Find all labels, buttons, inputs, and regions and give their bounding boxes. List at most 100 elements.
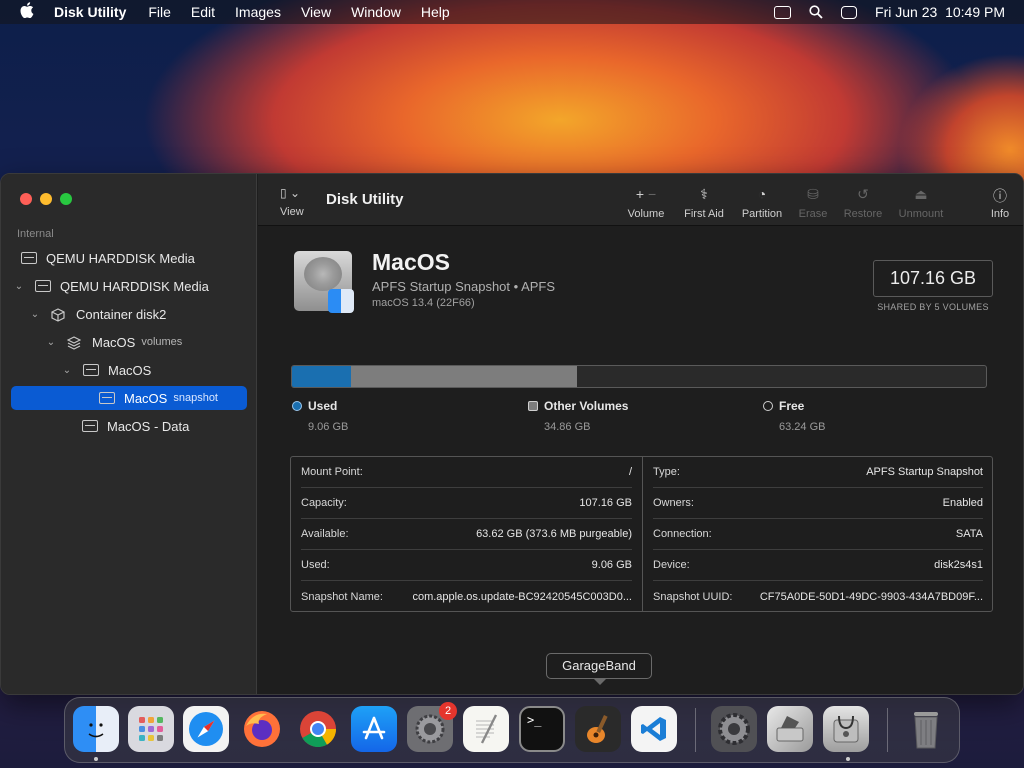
chevron-down-icon[interactable]: ⌄ (60, 365, 74, 376)
trash-icon[interactable] (903, 706, 949, 752)
info-row: Device: disk2s4s1 (653, 550, 983, 581)
add-remove-icon: + − (635, 186, 657, 202)
volume-stack-icon (66, 336, 83, 350)
unmount-label: Unmount (898, 208, 944, 220)
sidebar-item-label: MacOS (92, 334, 136, 350)
finder-icon[interactable] (73, 706, 119, 752)
info-table: Mount Point: / Capacity: 107.16 GB Availab… (290, 456, 993, 612)
legend-used-label: Used (308, 399, 338, 413)
sidebar-item-disk-2[interactable]: ⌄ QEMU HARDDISK Media (12, 274, 209, 298)
container-icon (51, 308, 67, 322)
volume-icon (99, 392, 115, 404)
disk-utility-icon[interactable] (823, 706, 869, 752)
view-button[interactable]: ▯ ⌄ View (280, 186, 304, 218)
sidebar-item-sublabel: volumes (141, 336, 183, 348)
first-aid-button[interactable]: ⚕ First Aid (680, 186, 728, 220)
dock: 2 >_ (64, 697, 960, 763)
garageband-icon[interactable] (575, 706, 621, 752)
info-row: Type: APFS Startup Snapshot (653, 457, 983, 488)
volume-size-caption: SHARED BY 5 VOLUMES (877, 302, 989, 312)
minimize-window-button[interactable] (40, 193, 52, 205)
close-window-button[interactable] (20, 193, 32, 205)
launchpad-icon[interactable] (128, 706, 174, 752)
legend-other: Other Volumes 34.86 GB (528, 399, 628, 433)
window-title: Disk Utility (326, 191, 404, 208)
disk-utility-window: Internal QEMU HARDDISK Media ⌄ QEMU HARD… (0, 173, 1024, 695)
volume-name: MacOS (372, 249, 450, 275)
used-swatch (292, 401, 302, 411)
volume-label: Volume (627, 208, 665, 220)
menu-view[interactable]: View (301, 4, 331, 20)
dock-separator (887, 708, 888, 752)
disk-image-icon[interactable] (767, 706, 813, 752)
chevron-down-icon[interactable]: ⌄ (44, 337, 58, 348)
terminal-icon[interactable]: >_ (519, 706, 565, 752)
zoom-window-button[interactable] (60, 193, 72, 205)
toolbar: ▯ ⌄ View Disk Utility + − Volume ⚕ First… (258, 174, 1023, 226)
free-swatch (763, 401, 773, 411)
sidebar-item-disk-1[interactable]: QEMU HARDDISK Media (21, 246, 195, 270)
info-row: Capacity: 107.16 GB (301, 488, 632, 519)
info-row: Snapshot UUID: CF75A0DE-50D1-49DC-9903-43… (653, 590, 983, 603)
textedit-icon[interactable] (463, 706, 509, 752)
safari-icon[interactable] (183, 706, 229, 752)
volume-button[interactable]: + − Volume (624, 186, 668, 220)
sidebar-item-label: QEMU HARDDISK Media (60, 278, 209, 294)
menubar-clock[interactable]: Fri Jun 23 10:49 PM (875, 4, 1005, 20)
sidebar-item-macos-volume[interactable]: ⌄ MacOS (60, 358, 152, 382)
volume-type: APFS Startup Snapshot • APFS (372, 279, 556, 294)
hard-disk-icon (35, 280, 51, 292)
restore-button[interactable]: ↺ Restore (842, 186, 884, 220)
menu-help[interactable]: Help (421, 4, 450, 20)
sidebar-item-macos-data[interactable]: MacOS - Data (82, 414, 189, 438)
info-row: Used: 9.06 GB (301, 550, 632, 581)
restore-icon: ↺ (857, 186, 869, 202)
running-indicator (94, 757, 98, 761)
sidebar-item-label: Container disk2 (76, 306, 167, 322)
system-preferences-icon[interactable]: 2 (407, 702, 457, 752)
menu-edit[interactable]: Edit (191, 4, 215, 20)
main-pane: ▯ ⌄ View Disk Utility + − Volume ⚕ First… (258, 174, 1023, 694)
unmount-button[interactable]: ⏏ Unmount (896, 186, 946, 220)
stethoscope-icon: ⚕ (700, 186, 708, 202)
info-row: Mount Point: / (301, 457, 632, 488)
other-swatch (528, 401, 538, 411)
info-label: Info (990, 208, 1010, 220)
screen-mirroring-icon[interactable] (774, 5, 792, 19)
sidebar-item-volume-group[interactable]: ⌄ MacOS volumes (44, 330, 182, 354)
legend-other-value: 34.86 GB (544, 421, 591, 433)
sidebar-item-container[interactable]: ⌄ Container disk2 (28, 302, 166, 326)
firefox-icon[interactable] (239, 706, 285, 752)
chrome-icon[interactable] (295, 706, 341, 752)
vscode-icon[interactable] (631, 706, 677, 752)
chevron-down-icon[interactable]: ⌄ (28, 309, 42, 320)
search-icon[interactable] (809, 5, 823, 19)
info-button[interactable]: ⓘ Info (988, 186, 1012, 220)
window-controls (20, 193, 72, 205)
partition-button[interactable]: ◔ Partition (738, 186, 786, 220)
menu-bar: Disk Utility File Edit Images View Windo… (0, 0, 1024, 24)
sidebar-section-internal: Internal (17, 228, 54, 240)
menu-file[interactable]: File (148, 4, 171, 20)
settings-icon[interactable] (711, 706, 757, 752)
menu-window[interactable]: Window (351, 4, 401, 20)
legend-used: Used 9.06 GB (292, 399, 348, 433)
erase-icon: ⛁ (807, 186, 819, 202)
erase-label: Erase (798, 208, 828, 220)
dock-separator (695, 708, 696, 752)
info-row: Connection: SATA (653, 519, 983, 550)
sidebar-item-macos-snapshot[interactable]: MacOS snapshot (11, 386, 247, 410)
menu-images[interactable]: Images (235, 4, 281, 20)
apple-icon[interactable] (0, 2, 54, 22)
partition-label: Partition (741, 208, 783, 220)
restore-label: Restore (843, 208, 883, 220)
menu-app-name[interactable]: Disk Utility (54, 4, 126, 20)
erase-button[interactable]: ⛁ Erase (796, 186, 830, 220)
chevron-down-icon[interactable]: ⌄ (12, 281, 26, 292)
control-center-icon[interactable] (841, 5, 858, 19)
first-aid-label: First Aid (684, 208, 724, 220)
app-store-icon[interactable] (351, 706, 397, 752)
sidebar: Internal QEMU HARDDISK Media ⌄ QEMU HARD… (1, 174, 257, 694)
hard-drive-icon (294, 251, 354, 313)
legend-used-value: 9.06 GB (308, 421, 349, 433)
